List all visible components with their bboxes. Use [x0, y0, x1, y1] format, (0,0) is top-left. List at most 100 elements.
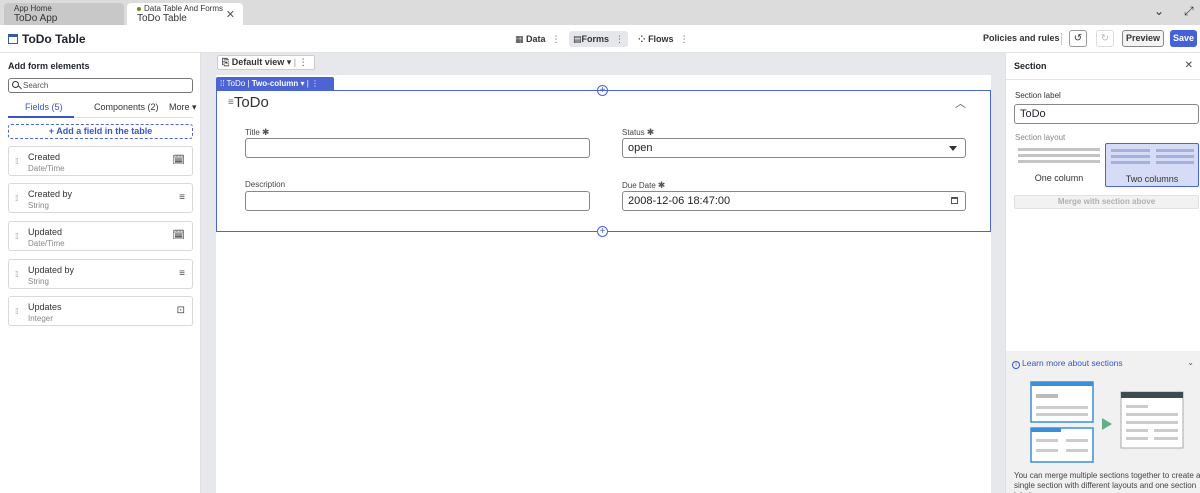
table-icon [8, 34, 18, 44]
section-toolbar[interactable]: ⁞⁞ ToDo | Two-column ▾ | ⋮ [216, 77, 334, 90]
right-panel: Section ✕ Section label ToDo Section lay… [1005, 53, 1200, 493]
layout-bar [1156, 155, 1194, 158]
title-input[interactable] [245, 138, 590, 158]
chevron-up-icon[interactable]: ︿ [955, 95, 966, 111]
datetime-icon: 🗓 [172, 230, 185, 241]
kebab-icon[interactable]: ⋮ [552, 34, 561, 44]
field-type: String [28, 277, 49, 286]
caret-down-icon [949, 146, 957, 151]
merge-section-button[interactable]: Merge with section above [1014, 195, 1199, 209]
close-icon[interactable]: ✕ [226, 8, 235, 21]
layout-one-column[interactable]: One column [1014, 143, 1104, 187]
chevron-down-icon[interactable]: ⌄ [1187, 358, 1194, 367]
search-placeholder: Search [23, 81, 49, 90]
section-layout-select[interactable]: Two-column [252, 79, 299, 88]
kebab-icon[interactable]: ⋮ [680, 34, 689, 44]
layout-bar [1156, 149, 1194, 152]
kebab-icon[interactable]: ⋮ [311, 79, 319, 88]
field-type: Integer [28, 314, 53, 323]
layout-two-columns[interactable]: Two columns [1105, 143, 1199, 187]
drag-handle-icon[interactable]: ⁞⁞ [15, 232, 19, 241]
section-label-caption: Section label [1015, 91, 1061, 100]
tab-components[interactable]: Components (2) [94, 102, 159, 112]
kebab-icon[interactable]: ⋮ [299, 57, 308, 67]
field-card-updates[interactable]: ⁞⁞ Updates Integer ⊡ [8, 296, 193, 326]
learn-more-link[interactable]: i Learn more about sections [1012, 358, 1123, 369]
tab-app-home-title: App Home [14, 4, 52, 13]
table-icon: ▦ [515, 34, 524, 44]
view-icon: ⎘ [222, 57, 230, 67]
flow-icon: ⁘ [638, 34, 646, 44]
unsaved-dot-icon [137, 6, 141, 11]
field-card-updated[interactable]: ⁞⁞ Updated Date/Time 🗓 [8, 221, 193, 251]
active-tab-indicator [8, 116, 74, 118]
kebab-icon[interactable]: ⋮ [615, 34, 624, 44]
tab-app-home[interactable]: App Home ToDo App [4, 3, 124, 25]
layout-bar [1111, 155, 1150, 158]
field-name: Updated [28, 227, 63, 237]
drag-handle-icon[interactable]: ⁞⁞ [15, 194, 19, 203]
drag-handle-icon[interactable]: ⁞⁞ [15, 157, 19, 166]
datetime-icon: 🗓 [172, 155, 185, 166]
tab-data-table-forms[interactable]: Data Table And Forms ToDo Table ✕ [127, 3, 243, 25]
section-label-input[interactable]: ToDo [1014, 104, 1199, 124]
layout-bar [1156, 161, 1194, 164]
layout-caption: One column [1034, 173, 1084, 183]
chevron-down-icon[interactable]: ⌄ [1154, 4, 1164, 18]
required-icon: ✱ [657, 180, 666, 190]
field-card-updated-by[interactable]: ⁞⁞ Updated by String ≡ [8, 259, 193, 289]
learn-more-panel: i Learn more about sections ⌄ You can me… [1006, 351, 1200, 493]
required-icon: ✱ [646, 127, 655, 137]
left-panel: Add form elements Search Fields (5) Comp… [0, 53, 201, 493]
tab-more[interactable]: More ▾ [169, 102, 197, 113]
policies-rules-link[interactable]: Policies and rules [983, 33, 1060, 43]
info-icon: i [1012, 361, 1020, 369]
field-name: Created by [28, 189, 73, 199]
layout-bar [1111, 149, 1150, 152]
layout-bar [1018, 154, 1100, 157]
field-card-created-by[interactable]: ⁞⁞ Created by String ≡ [8, 183, 193, 213]
form-canvas: ⎘ Default view ▾ | ⋮ ⁞⁞ ToDo | Two-colum… [201, 53, 1005, 493]
drag-handle-icon[interactable]: ⁞⁞ [15, 270, 19, 279]
search-icon [12, 81, 19, 88]
save-button[interactable]: Save [1170, 30, 1197, 47]
field-label-due-date: Due Date ✱ [622, 180, 666, 190]
layout-bar [1111, 161, 1150, 164]
view-selector[interactable]: ⎘ Default view ▾ | ⋮ [217, 55, 315, 70]
undo-button[interactable]: ↺ [1069, 30, 1087, 47]
panel-title: Section [1014, 61, 1047, 71]
calendar-icon[interactable] [951, 197, 958, 204]
status-select[interactable]: open [622, 138, 966, 158]
preview-button[interactable]: Preview [1122, 30, 1164, 47]
learn-more-text: You can merge multiple sections together… [1014, 471, 1200, 493]
redo-icon: ↻ [1100, 33, 1110, 44]
drag-handle-icon[interactable]: ⁞⁞ [220, 79, 224, 88]
tab-strip: App Home ToDo App Data Table And Forms T… [0, 0, 1200, 25]
field-name: Created [28, 152, 61, 162]
field-name: Updates [28, 302, 62, 312]
close-icon[interactable]: ✕ [1185, 60, 1193, 71]
divider [1061, 33, 1062, 45]
add-section-below-icon[interactable]: + [597, 226, 608, 237]
field-label-status: Status ✱ [622, 127, 655, 137]
add-field-button[interactable]: + Add a field in the table [8, 124, 193, 139]
text-lines-icon: ≡ [179, 192, 185, 203]
form-section[interactable]: ≡ToDo ︿ Title ✱ Status ✱ open Description … [216, 90, 991, 232]
description-input[interactable] [245, 191, 590, 211]
tab-forms[interactable]: ▤Forms ⋮ [569, 31, 629, 47]
field-card-created[interactable]: ⁞⁞ Created Date/Time 🗓 [8, 146, 193, 176]
tab-flows[interactable]: ⁘ Flows ⋮ [634, 31, 693, 47]
tab-data[interactable]: ▦ Data ⋮ [511, 31, 565, 47]
text-lines-icon: ≡ [179, 268, 185, 279]
redo-button[interactable]: ↻ [1096, 30, 1114, 47]
tab-fields[interactable]: Fields (5) [25, 102, 63, 112]
tab-active-title: Data Table And Forms [137, 3, 233, 13]
search-input[interactable]: Search [8, 78, 193, 93]
drag-handle-icon[interactable]: ⁞⁞ [15, 307, 19, 316]
field-label-title: Title ✱ [245, 127, 270, 137]
layout-bar [1018, 160, 1100, 163]
form-icon: ▤ [573, 34, 582, 44]
expand-icon[interactable]: ⤢ [1184, 4, 1194, 19]
due-date-input[interactable]: 2008-12-06 18:47:00 [622, 191, 966, 211]
layout-caption: Two columns [1125, 174, 1179, 184]
